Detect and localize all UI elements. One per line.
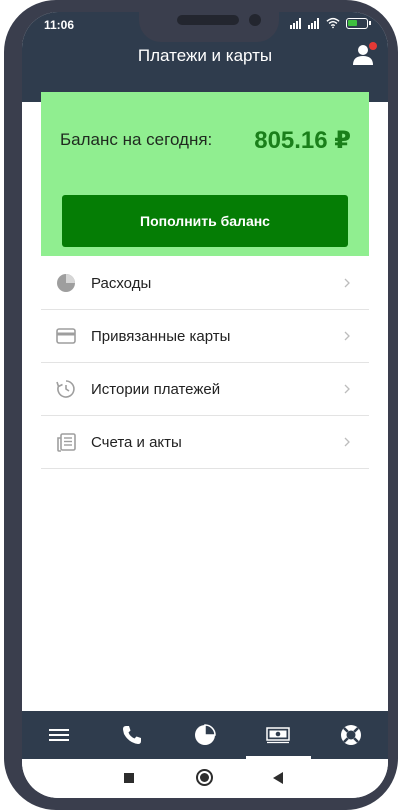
lifebuoy-icon (341, 725, 362, 745)
history-icon (56, 380, 75, 398)
home-icon[interactable] (196, 769, 213, 786)
screen: 11:06 Платежи и карты Баланс на сегодня:… (22, 12, 388, 798)
credit-card-icon (56, 328, 76, 344)
speaker-grille (177, 15, 239, 25)
notification-dot (369, 42, 377, 50)
chevron-right-icon (344, 437, 350, 447)
money-icon (266, 727, 290, 744)
pie-chart-icon (195, 724, 216, 745)
chevron-right-icon (344, 331, 350, 341)
system-nav-bar (22, 759, 388, 798)
chevron-right-icon (344, 278, 350, 288)
app-header: 11:06 Платежи и карты (22, 12, 388, 102)
nav-item-support[interactable] (315, 711, 388, 759)
page-title: Платежи и карты (137, 46, 273, 65)
front-camera (249, 14, 261, 26)
menu-item-label: Счета и акты (91, 433, 182, 451)
chevron-right-icon (344, 384, 350, 394)
menu-item-invoices[interactable]: Счета и акты (41, 416, 369, 469)
pie-chart-icon (57, 274, 75, 292)
balance-label: Баланс на сегодня: (60, 130, 213, 149)
nav-item-menu[interactable] (22, 711, 95, 759)
menu-item-payment-history[interactable]: Истории платежей (41, 363, 369, 416)
status-icons (290, 17, 371, 29)
menu-item-label: Истории платежей (91, 380, 221, 398)
bottom-nav (22, 711, 388, 759)
phone-icon (122, 726, 141, 744)
menu-item-linked-cards[interactable]: Привязанные карты (41, 310, 369, 363)
documents-icon (57, 433, 76, 452)
balance-value: 805.16 ₽ (254, 127, 351, 154)
phone-frame: 11:06 Платежи и карты Баланс на сегодня:… (4, 0, 398, 810)
signal-icon (290, 18, 301, 29)
balance-card: Баланс на сегодня: 805.16 ₽ Пополнить ба… (41, 92, 369, 256)
profile-button[interactable] (352, 42, 377, 68)
phone-side-button (390, 96, 398, 174)
camera-notch (139, 12, 279, 42)
recent-apps-icon[interactable] (124, 773, 134, 783)
phone-side-button (4, 190, 12, 270)
menu-item-label: Расходы (91, 274, 152, 292)
menu-item-expenses[interactable]: Расходы (41, 257, 369, 310)
battery-icon (346, 17, 371, 29)
menu-list: Расходы Привязанные карты Истории платеж… (41, 257, 369, 469)
nav-item-payments[interactable] (242, 711, 315, 759)
back-icon[interactable] (273, 772, 283, 784)
menu-icon (48, 729, 69, 741)
topup-button[interactable]: Пополнить баланс (62, 195, 348, 247)
signal-icon (308, 18, 319, 29)
menu-item-label: Привязанные карты (91, 327, 231, 345)
nav-item-calls[interactable] (95, 711, 168, 759)
status-time: 11:06 (44, 18, 75, 32)
wifi-icon (326, 17, 340, 29)
nav-item-expenses[interactable] (168, 711, 241, 759)
